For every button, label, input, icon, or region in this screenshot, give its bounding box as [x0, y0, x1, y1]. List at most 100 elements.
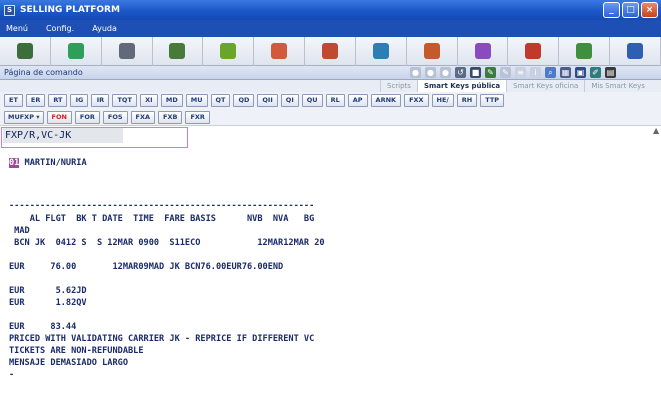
smart-key-button[interactable]: FOR [74, 110, 100, 124]
menu-bar: Menú Config. Ayuda [0, 20, 661, 37]
passenger-line: 01 MARTIN/NURIA [9, 158, 87, 168]
smart-key-button[interactable]: TTP [480, 94, 505, 107]
agent-icon [271, 43, 288, 59]
smart-tab[interactable]: Mis Smart Keys [584, 80, 651, 92]
smart-key-button[interactable]: TQT [112, 94, 137, 107]
smart-key-button[interactable]: FXA [130, 110, 156, 124]
smart-keys-tabs: Scripts Smart Keys pública Smart Keys ofic… [0, 80, 661, 92]
terminal-line: EUR 83.44 [9, 322, 77, 332]
terminal-line: EUR 1.82QV [9, 298, 87, 308]
command-input[interactable]: FXP/R,VC-JK [3, 128, 123, 143]
smart-key-button[interactable]: RH [456, 94, 478, 107]
info-disabled-icon: i [530, 67, 541, 78]
smart-key-button[interactable]: AP [347, 94, 368, 107]
terminal-line: EUR 76.00 12MAR09MAD JK BCN76.00EUR76.00… [9, 262, 284, 272]
terminal-line: EUR 5.62JD [9, 286, 87, 296]
toolbar-button[interactable] [356, 36, 407, 66]
minimize-button[interactable]: _ [603, 2, 620, 18]
smart-key-button[interactable]: FOS [102, 110, 128, 124]
smart-keys-row-2: MUFXP ▾ FON FOR FOS FXA FXB FXR [0, 109, 661, 126]
smart-key-button[interactable]: QI [280, 94, 299, 107]
maximize-button[interactable]: □ [622, 2, 639, 18]
printer-icon[interactable]: ▤ [605, 67, 616, 78]
smart-key-button[interactable]: RT [48, 94, 68, 107]
terminal-line: BCN JK 0412 S S 12MAR 0900 S11ECO 12MAR1… [9, 238, 325, 248]
list-icon: ≡ [515, 67, 526, 78]
settings-icon[interactable]: ● [440, 67, 451, 78]
info-icon [627, 43, 644, 59]
smart-key-button[interactable]: FON [46, 110, 72, 124]
globe-icon [220, 43, 237, 59]
print-icon[interactable]: ■ [470, 67, 481, 78]
terminal-line: PRICED WITH VALIDATING CARRIER JK - REPR… [9, 334, 315, 344]
zoom-icon[interactable]: ⌕ [545, 67, 556, 78]
window-controls: _ □ × [603, 2, 658, 18]
window-title: SELLING PLATFORM [20, 5, 120, 15]
pencil-icon [474, 43, 491, 59]
menu-item-menu[interactable]: Menú [6, 24, 28, 33]
smart-key-button[interactable]: IR [91, 94, 110, 107]
toolbar-button[interactable] [559, 36, 611, 66]
smart-tab[interactable]: Scripts [380, 80, 417, 92]
terminal-line: MAD [9, 226, 30, 236]
toolbar-button[interactable] [51, 36, 102, 66]
settings-icon[interactable]: ● [425, 67, 436, 78]
smart-keys-row-1: ET ER RT IG IR TQT XI MD MU QT QD QII QI QU RL AP ARNK FX… [0, 92, 661, 109]
smart-key-button[interactable]: MD [160, 94, 183, 107]
terminal-icon [16, 43, 33, 59]
passenger-number: 01 [9, 158, 20, 168]
smart-key-button[interactable]: MU [185, 94, 208, 107]
umbrella-icon [525, 43, 542, 59]
agent-add-icon [321, 43, 338, 59]
car-icon [372, 43, 389, 59]
smart-key-button[interactable]: HE/ [431, 94, 454, 107]
smart-key-button[interactable]: IG [70, 94, 89, 107]
close-button[interactable]: × [641, 2, 658, 18]
command-page-header: Página de comando ● ● ● ↺ ■ ✎ ✎ ≡ i ⌕ ▦ … [0, 66, 661, 80]
terminal-line: TICKETS ARE NON-REFUNDABLE [9, 346, 144, 356]
smart-key-dropdown[interactable]: MUFXP ▾ [4, 110, 44, 124]
settings-icon[interactable]: ● [410, 67, 421, 78]
edit-icon[interactable]: ✎ [485, 67, 496, 78]
smart-tab[interactable]: Smart Keys pública [416, 80, 507, 92]
smart-key-button[interactable]: ER [25, 94, 46, 107]
toolbar-button[interactable] [305, 36, 356, 66]
toolbar-button[interactable] [458, 36, 509, 66]
command-terminal[interactable]: FXP/R,VC-JK 01 MARTIN/NURIA ------------… [0, 126, 661, 407]
toolbar-button[interactable] [153, 36, 204, 66]
terminal-line: MENSAJE DEMASIADO LARGO [9, 358, 128, 368]
smart-key-button[interactable]: FXX [404, 94, 429, 107]
history-icon[interactable]: ↺ [455, 67, 466, 78]
toolbar-button[interactable] [407, 36, 458, 66]
book-icon [67, 43, 84, 59]
window-icon[interactable]: ▣ [575, 67, 586, 78]
command-mini-toolbar: ● ● ● ↺ ■ ✎ ✎ ≡ i ⌕ ▦ ▣ ✐ ▤ [410, 67, 616, 78]
smart-key-button[interactable]: QD [233, 94, 255, 107]
toolbar-button[interactable] [203, 36, 255, 66]
menu-item-config[interactable]: Config. [46, 24, 74, 33]
table-icon [169, 43, 186, 59]
smart-key-button[interactable]: XI [139, 94, 158, 107]
smart-key-button[interactable]: ARNK [370, 94, 402, 107]
pen-icon[interactable]: ✐ [590, 67, 601, 78]
smart-key-button[interactable]: FXR [185, 110, 210, 124]
smart-tab[interactable]: Smart Keys oficina [506, 80, 584, 92]
smart-key-button[interactable]: RL [325, 94, 345, 107]
scroll-up-icon[interactable]: ▲ [653, 126, 660, 136]
smart-key-button[interactable]: QU [301, 94, 323, 107]
toolbar-button[interactable] [102, 36, 153, 66]
smart-key-button[interactable]: QII [257, 94, 278, 107]
toolbar-button[interactable] [508, 36, 560, 66]
toolbar-button[interactable] [610, 36, 661, 66]
grid-icon[interactable]: ▦ [560, 67, 571, 78]
command-page-label: Página de comando [4, 68, 83, 77]
toolbar-button[interactable] [0, 36, 51, 66]
terminal-line: AL FLGT BK T DATE TIME FARE BASIS NVB NV… [9, 214, 315, 224]
terminal-line: ----------------------------------------… [9, 201, 315, 211]
doc-icon [576, 43, 593, 59]
smart-key-button[interactable]: QT [210, 94, 231, 107]
toolbar-button[interactable] [254, 36, 306, 66]
smart-key-button[interactable]: ET [4, 94, 23, 107]
menu-item-help[interactable]: Ayuda [92, 24, 117, 33]
smart-key-button[interactable]: FXB [158, 110, 183, 124]
